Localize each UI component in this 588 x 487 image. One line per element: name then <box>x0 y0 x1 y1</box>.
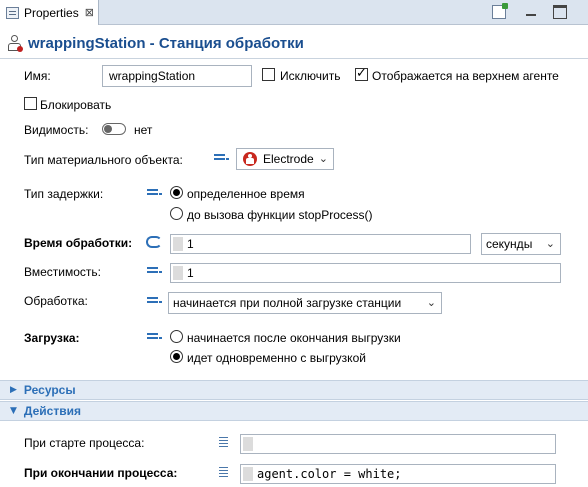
properties-header: wrappingStation - Станция обработки <box>0 30 588 57</box>
processing-select[interactable]: начинается при полной загрузке станции ⌄ <box>168 292 442 314</box>
on-end-label: При окончании процесса: <box>24 466 178 480</box>
delay-fixed-label: определенное время <box>187 187 305 201</box>
chevron-right-icon: ▶ <box>10 385 17 395</box>
view-tabbar: Properties ⊠ <box>0 0 588 25</box>
dynamic-value-icon[interactable] <box>146 236 162 248</box>
block-checkbox[interactable] <box>24 97 37 110</box>
divider <box>0 58 588 59</box>
static-value-icon[interactable] <box>147 188 163 198</box>
name-label: Имя: <box>24 69 51 83</box>
agent-icon <box>6 35 23 52</box>
time-unit-select[interactable]: секунды ⌄ <box>481 233 561 255</box>
process-time-field[interactable]: 1 <box>170 234 471 254</box>
pin-view-icon[interactable] <box>492 3 508 19</box>
field-gutter <box>173 266 183 280</box>
delay-fixed-radio[interactable] <box>170 186 183 199</box>
loading-simultaneous-radio[interactable] <box>170 350 183 363</box>
block-label: Блокировать <box>40 98 112 112</box>
close-tab-icon[interactable]: ⊠ <box>85 6 94 19</box>
chevron-down-icon: ⌄ <box>318 152 328 165</box>
page-title: wrappingStation - Станция обработки <box>28 35 304 52</box>
section-actions-label: Действия <box>23 404 81 418</box>
top-agent-label: Отображается на верхнем агенте <box>372 69 559 83</box>
top-agent-checkbox[interactable] <box>355 66 368 81</box>
section-resources-label: Ресурсы <box>23 383 76 397</box>
time-unit-value: секунды <box>486 237 533 251</box>
process-time-label: Время обработки: <box>24 236 133 250</box>
visibility-value: нет <box>134 123 153 137</box>
chevron-down-icon: ▼ <box>10 406 17 416</box>
material-type-select[interactable]: Electrode ⌄ <box>236 148 334 170</box>
exclude-checkbox[interactable] <box>262 68 275 81</box>
static-value-icon[interactable] <box>147 332 163 342</box>
electrode-icon <box>243 152 257 166</box>
visibility-label: Видимость: <box>24 123 89 137</box>
loading-after-label: начинается после окончания выгрузки <box>187 331 401 345</box>
static-value-icon[interactable] <box>214 153 230 163</box>
process-time-value: 1 <box>187 237 194 251</box>
processing-value: начинается при полной загрузке станции <box>173 296 402 310</box>
capacity-label: Вместимость: <box>24 265 101 279</box>
tab-properties[interactable]: Properties ⊠ <box>0 0 99 25</box>
exclude-label: Исключить <box>280 69 341 83</box>
chevron-down-icon: ⌄ <box>545 237 555 250</box>
code-icon <box>219 467 228 478</box>
field-gutter <box>173 237 183 251</box>
delay-type-label: Тип задержки: <box>24 187 104 201</box>
static-value-icon[interactable] <box>147 296 163 306</box>
processing-label: Обработка: <box>24 294 88 308</box>
minimize-icon[interactable] <box>524 5 538 19</box>
capacity-field[interactable]: 1 <box>170 263 561 283</box>
code-icon <box>219 437 228 448</box>
on-end-field[interactable]: agent.color = white; <box>240 464 556 484</box>
field-gutter <box>243 467 253 481</box>
delay-stopprocess-radio[interactable] <box>170 207 183 220</box>
loading-simultaneous-label: идет одновременно с выгрузкой <box>187 351 366 365</box>
visibility-toggle[interactable] <box>102 123 126 135</box>
on-end-value: agent.color = white; <box>257 467 402 481</box>
maximize-icon[interactable] <box>553 5 567 19</box>
section-resources[interactable]: ▶ Ресурсы <box>0 380 588 400</box>
tab-label: Properties <box>24 5 79 20</box>
capacity-value: 1 <box>187 266 194 280</box>
properties-icon <box>6 6 19 19</box>
section-actions[interactable]: ▼ Действия <box>0 401 588 421</box>
material-type-label: Тип материального объекта: <box>24 153 183 167</box>
field-gutter <box>243 437 253 451</box>
delay-stopprocess-label: до вызова функции stopProcess() <box>187 208 373 222</box>
on-start-field[interactable] <box>240 434 556 454</box>
loading-after-radio[interactable] <box>170 330 183 343</box>
material-type-value: Electrode <box>263 152 314 166</box>
loading-label: Загрузка: <box>24 331 80 345</box>
static-value-icon[interactable] <box>147 266 163 276</box>
on-start-label: При старте процесса: <box>24 436 145 450</box>
name-input[interactable]: wrappingStation <box>102 65 252 87</box>
chevron-down-icon: ⌄ <box>426 296 436 309</box>
